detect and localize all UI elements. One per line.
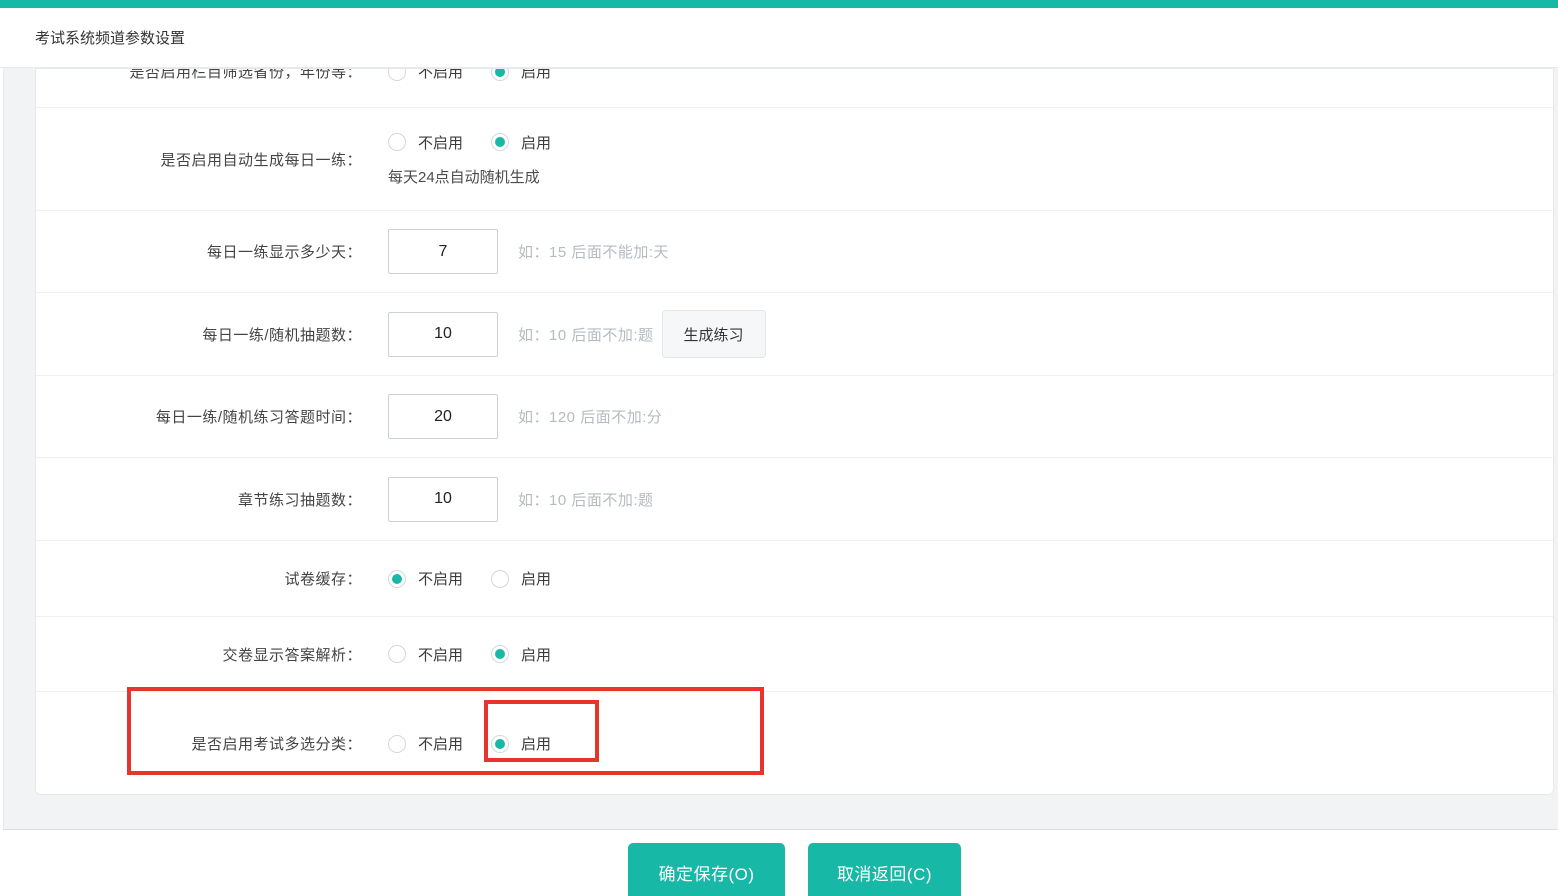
form-rows-container: 是否启用栏目筛选省份，年份等：不启用启用是否启用自动生成每日一练：不启用启用每天… bbox=[36, 68, 1553, 795]
radio-off-icon bbox=[388, 645, 406, 663]
form-row-exam-multi-category: 是否启用考试多选分类： 不启用 启用 bbox=[36, 692, 1553, 795]
show-answer-analysis-controls: 不启用 启用 bbox=[388, 644, 579, 665]
footer-bar: 确定保存(O) 取消返回(C) bbox=[0, 831, 1558, 896]
radio-option-not-enabled-label: 不启用 bbox=[418, 68, 463, 82]
paper-cache-radio-option-not-enabled[interactable]: 不启用 bbox=[388, 568, 463, 589]
column-filter-radio-option-not-enabled[interactable]: 不启用 bbox=[388, 68, 463, 82]
chapter-question-count-controls: 如：10 后面不加:题 bbox=[388, 477, 654, 522]
radio-on-icon bbox=[491, 133, 509, 151]
radio-off-icon bbox=[388, 133, 406, 151]
daily-days-hint: 如：15 后面不能加:天 bbox=[518, 241, 669, 262]
radio-selected-dot bbox=[495, 739, 505, 749]
exam-multi-category-radio-option-not-enabled[interactable]: 不启用 bbox=[388, 733, 463, 754]
daily-question-count-controls: 如：10 后面不加:题生成练习 bbox=[388, 310, 766, 358]
form-row-daily-question-count: 每日一练/随机抽题数： 如：10 后面不加:题生成练习 bbox=[36, 293, 1553, 376]
row-label-column-filter: 是否启用栏目筛选省份，年份等： bbox=[66, 68, 362, 82]
row-label-exam-multi-category: 是否启用考试多选分类： bbox=[66, 733, 362, 754]
daily-question-count-hint: 如：10 后面不加:题 bbox=[518, 324, 654, 345]
content-area: 是否启用栏目筛选省份，年份等：不启用启用是否启用自动生成每日一练：不启用启用每天… bbox=[3, 68, 1558, 830]
radio-selected-dot bbox=[495, 649, 505, 659]
show-answer-analysis-radio-option-enabled[interactable]: 启用 bbox=[491, 644, 551, 665]
column-filter-radio-group: 不启用 启用 bbox=[388, 68, 579, 82]
auto-daily-practice-radio-option-enabled[interactable]: 启用 bbox=[491, 132, 551, 153]
page-header: 考试系统频道参数设置 bbox=[0, 8, 1558, 68]
radio-option-not-enabled-label: 不启用 bbox=[418, 568, 463, 589]
form-row-daily-days: 每日一练显示多少天： 如：15 后面不能加:天 bbox=[36, 211, 1553, 293]
form-row-answer-time: 每日一练/随机练习答题时间： 如：120 后面不加:分 bbox=[36, 376, 1553, 458]
paper-cache-radio-group: 不启用 启用 bbox=[388, 568, 579, 589]
cancel-button[interactable]: 取消返回(C) bbox=[808, 843, 961, 896]
daily-days-input[interactable] bbox=[388, 229, 498, 274]
top-accent-bar bbox=[0, 0, 1558, 8]
auto-daily-practice-radio-group: 不启用 启用 bbox=[388, 132, 579, 153]
answer-time-controls: 如：120 后面不加:分 bbox=[388, 394, 662, 439]
auto-daily-practice-controls: 不启用 启用每天24点自动随机生成 bbox=[388, 132, 579, 187]
radio-selected-dot bbox=[392, 574, 402, 584]
show-answer-analysis-radio-option-not-enabled[interactable]: 不启用 bbox=[388, 644, 463, 665]
radio-option-enabled-label: 启用 bbox=[521, 568, 551, 589]
row-label-show-answer-analysis: 交卷显示答案解析： bbox=[66, 644, 362, 665]
auto-daily-practice-note: 每天24点自动随机生成 bbox=[388, 166, 540, 187]
row-label-chapter-question-count: 章节练习抽题数： bbox=[66, 489, 362, 510]
settings-form-card: 是否启用栏目筛选省份，年份等：不启用启用是否启用自动生成每日一练：不启用启用每天… bbox=[35, 68, 1554, 795]
radio-option-enabled-label: 启用 bbox=[521, 733, 551, 754]
row-label-paper-cache: 试卷缓存： bbox=[66, 568, 362, 589]
save-button[interactable]: 确定保存(O) bbox=[628, 843, 785, 896]
exam-multi-category-radio-option-enabled[interactable]: 启用 bbox=[491, 733, 551, 754]
radio-off-icon bbox=[388, 68, 406, 81]
show-answer-analysis-radio-group: 不启用 启用 bbox=[388, 644, 579, 665]
column-filter-controls: 不启用 启用 bbox=[388, 68, 579, 82]
radio-on-icon bbox=[491, 735, 509, 753]
radio-selected-dot bbox=[495, 137, 505, 147]
radio-on-icon bbox=[491, 645, 509, 663]
row-label-daily-question-count: 每日一练/随机抽题数： bbox=[66, 324, 362, 345]
daily-question-count-input[interactable] bbox=[388, 312, 498, 357]
auto-daily-practice-radio-option-not-enabled[interactable]: 不启用 bbox=[388, 132, 463, 153]
exam-multi-category-controls: 不启用 启用 bbox=[388, 733, 579, 754]
form-row-show-answer-analysis: 交卷显示答案解析： 不启用 启用 bbox=[36, 617, 1553, 692]
radio-on-icon bbox=[491, 68, 509, 81]
answer-time-hint: 如：120 后面不加:分 bbox=[518, 406, 662, 427]
radio-selected-dot bbox=[495, 68, 505, 77]
radio-option-not-enabled-label: 不启用 bbox=[418, 132, 463, 153]
radio-off-icon bbox=[388, 735, 406, 753]
form-row-column-filter: 是否启用栏目筛选省份，年份等： 不启用 启用 bbox=[36, 68, 1553, 108]
answer-time-input[interactable] bbox=[388, 394, 498, 439]
radio-off-icon bbox=[388, 570, 406, 588]
radio-option-not-enabled-label: 不启用 bbox=[418, 733, 463, 754]
chapter-question-count-input[interactable] bbox=[388, 477, 498, 522]
column-filter-radio-option-enabled[interactable]: 启用 bbox=[491, 68, 551, 82]
radio-option-enabled-label: 启用 bbox=[521, 132, 551, 153]
radio-option-not-enabled-label: 不启用 bbox=[418, 644, 463, 665]
generate-practice-button[interactable]: 生成练习 bbox=[662, 310, 766, 358]
radio-on-icon bbox=[491, 570, 509, 588]
daily-days-controls: 如：15 后面不能加:天 bbox=[388, 229, 669, 274]
form-row-auto-daily-practice: 是否启用自动生成每日一练： 不启用 启用每天24点自动随机生成 bbox=[36, 108, 1553, 211]
row-label-daily-days: 每日一练显示多少天： bbox=[66, 241, 362, 262]
form-row-paper-cache: 试卷缓存： 不启用 启用 bbox=[36, 541, 1553, 617]
chapter-question-count-hint: 如：10 后面不加:题 bbox=[518, 489, 654, 510]
paper-cache-radio-option-enabled[interactable]: 启用 bbox=[491, 568, 551, 589]
radio-option-enabled-label: 启用 bbox=[521, 644, 551, 665]
exam-multi-category-radio-group: 不启用 启用 bbox=[388, 733, 579, 754]
paper-cache-controls: 不启用 启用 bbox=[388, 568, 579, 589]
radio-option-enabled-label: 启用 bbox=[521, 68, 551, 82]
page-title: 考试系统频道参数设置 bbox=[35, 27, 185, 48]
row-label-answer-time: 每日一练/随机练习答题时间： bbox=[66, 406, 362, 427]
form-row-chapter-question-count: 章节练习抽题数： 如：10 后面不加:题 bbox=[36, 458, 1553, 541]
row-label-auto-daily-practice: 是否启用自动生成每日一练： bbox=[66, 149, 362, 170]
